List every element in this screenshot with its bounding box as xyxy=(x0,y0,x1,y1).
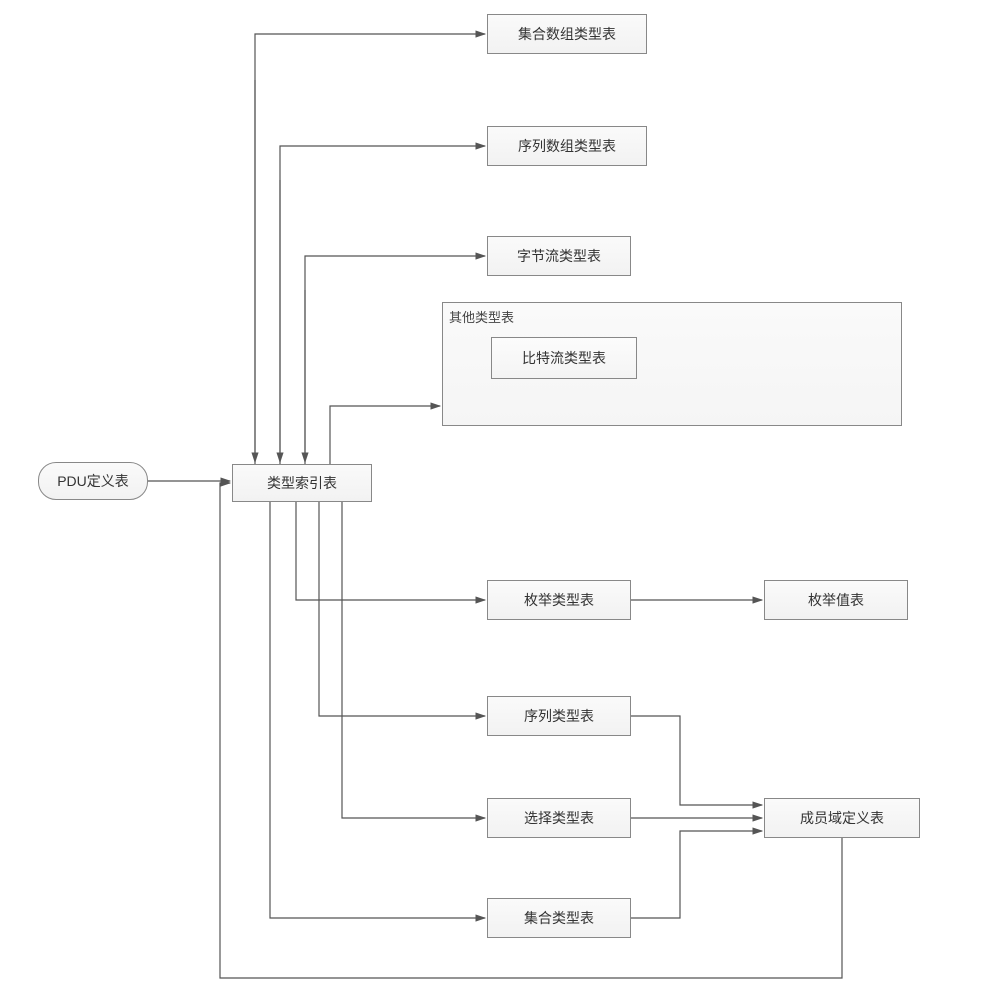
choice-type-label: 选择类型表 xyxy=(524,808,594,828)
pdu-label: PDU定义表 xyxy=(57,471,129,491)
member-field-label: 成员域定义表 xyxy=(800,808,884,828)
enum-type-table: 枚举类型表 xyxy=(487,580,631,620)
other-types-label: 其他类型表 xyxy=(449,307,514,326)
bit-stream-type-table: 比特流类型表 xyxy=(491,337,637,379)
byte-stream-type-table: 字节流类型表 xyxy=(487,236,631,276)
enum-type-label: 枚举类型表 xyxy=(524,590,594,610)
byte-stream-label: 字节流类型表 xyxy=(517,246,601,266)
pdu-definition-table: PDU定义表 xyxy=(38,462,148,500)
sequence-type-label: 序列类型表 xyxy=(524,706,594,726)
member-field-table: 成员域定义表 xyxy=(764,798,920,838)
type-index-table: 类型索引表 xyxy=(232,464,372,502)
other-types-container: 其他类型表 比特流类型表 xyxy=(442,302,902,426)
sequence-array-type-label: 序列数组类型表 xyxy=(518,136,616,156)
sequence-array-type-table: 序列数组类型表 xyxy=(487,126,647,166)
type-index-label: 类型索引表 xyxy=(267,473,337,493)
choice-type-table: 选择类型表 xyxy=(487,798,631,838)
set-array-type-table: 集合数组类型表 xyxy=(487,14,647,54)
bit-stream-label: 比特流类型表 xyxy=(522,348,606,368)
set-array-type-label: 集合数组类型表 xyxy=(518,24,616,44)
enum-value-table: 枚举值表 xyxy=(764,580,908,620)
set-type-table: 集合类型表 xyxy=(487,898,631,938)
set-type-label: 集合类型表 xyxy=(524,908,594,928)
enum-value-label: 枚举值表 xyxy=(808,590,864,610)
sequence-type-table: 序列类型表 xyxy=(487,696,631,736)
